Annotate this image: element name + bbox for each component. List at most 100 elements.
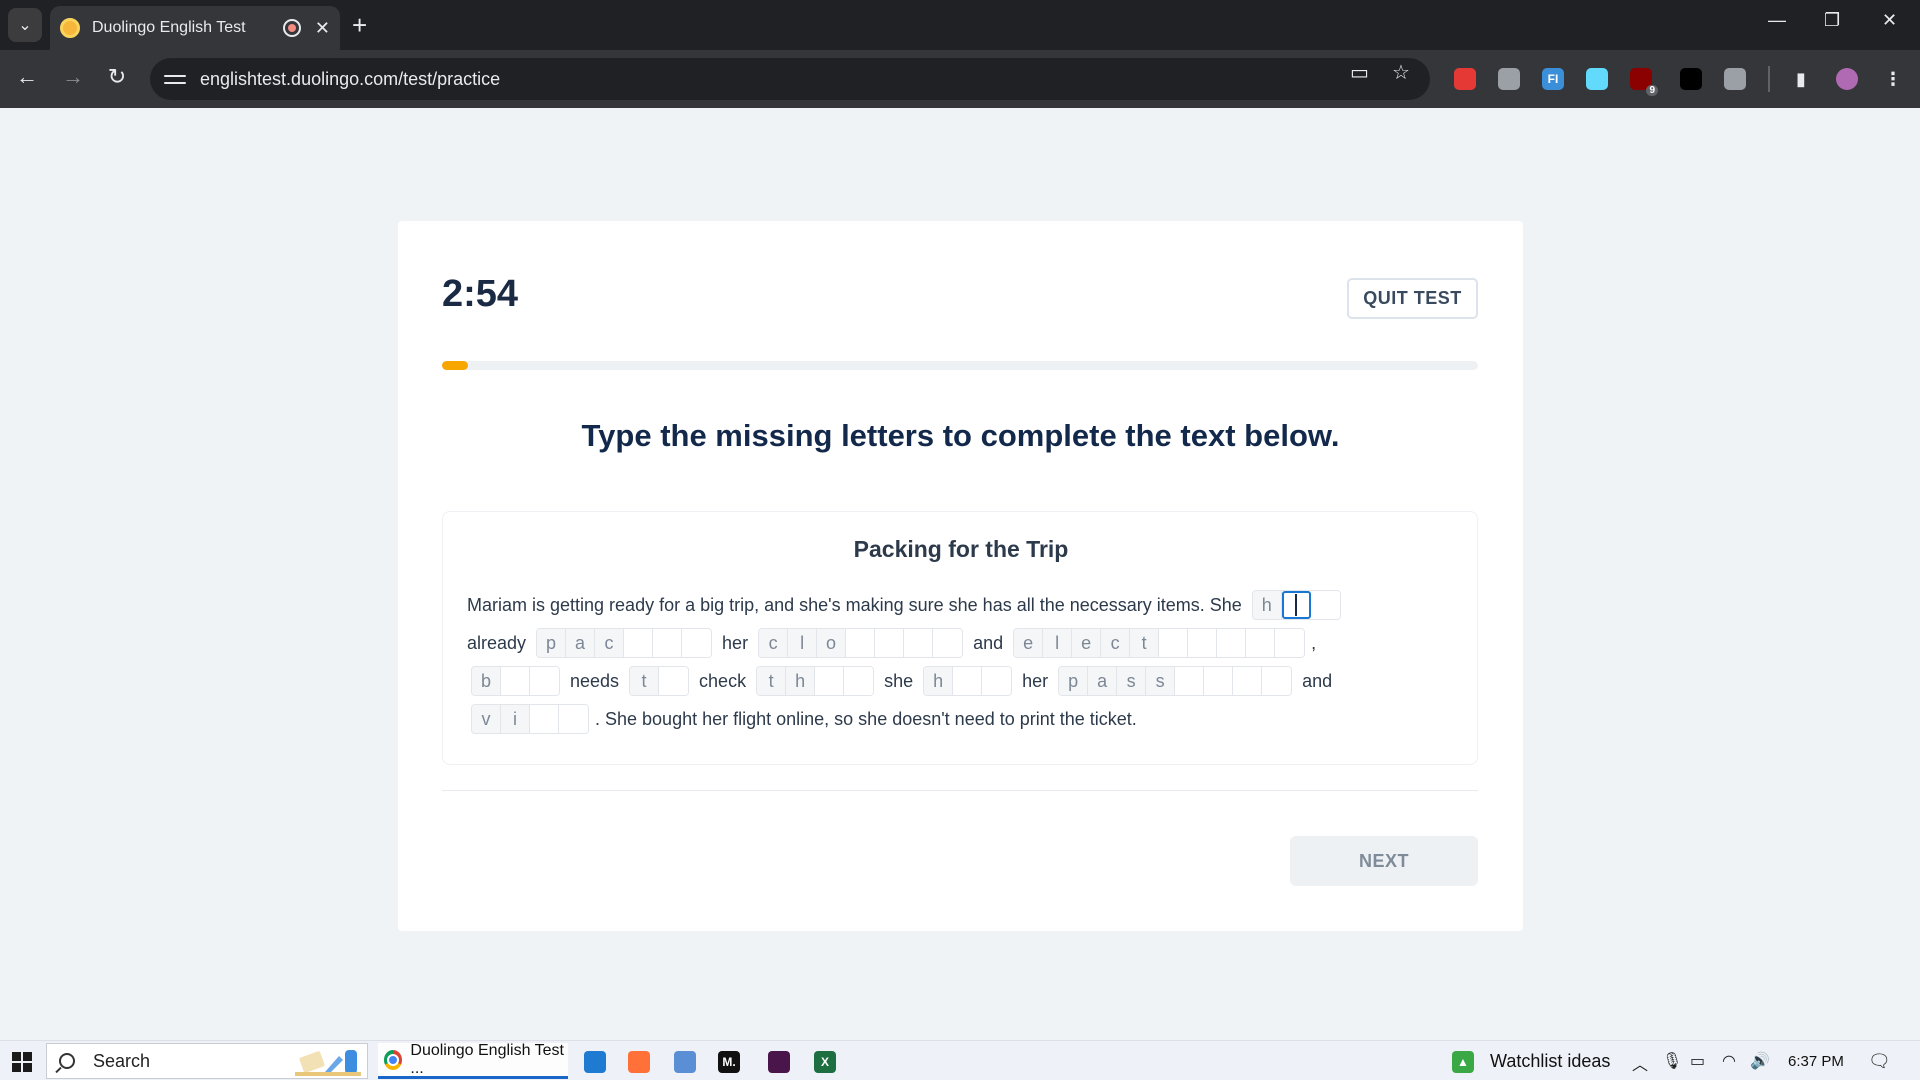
chevron-up-icon[interactable]: ︿ bbox=[1632, 1051, 1648, 1075]
missing-letter-input[interactable] bbox=[1310, 591, 1340, 619]
target-extension-icon[interactable] bbox=[1498, 68, 1520, 90]
excel-icon[interactable]: X bbox=[814, 1051, 836, 1073]
window-close-button[interactable]: ✕ bbox=[1882, 10, 1897, 31]
search-highlight-illustration-icon bbox=[295, 1050, 361, 1076]
chrome-icon bbox=[384, 1049, 403, 1070]
kebab-menu-icon[interactable]: ⋮ bbox=[1882, 68, 1904, 90]
passage-text: already bbox=[467, 632, 527, 653]
passage-line: Mariam is getting ready for a big trip, … bbox=[467, 590, 1341, 620]
profile-avatar[interactable] bbox=[1836, 68, 1858, 90]
missing-letter-input[interactable] bbox=[530, 705, 559, 733]
microphone-icon[interactable]: 🎙 bbox=[1662, 1051, 1682, 1071]
missing-letter-input[interactable] bbox=[1275, 629, 1305, 657]
paint-icon[interactable] bbox=[674, 1051, 696, 1073]
firefox-icon[interactable] bbox=[628, 1051, 650, 1073]
passage-text: . She bought her flight online, so she d… bbox=[595, 708, 1137, 729]
missing-letter-input[interactable] bbox=[982, 667, 1012, 695]
given-letter: c bbox=[759, 629, 789, 657]
missing-letter-input[interactable] bbox=[1281, 591, 1311, 619]
address-bar[interactable]: englishtest.duolingo.com/test/practice bbox=[150, 58, 1430, 100]
missing-letter-input[interactable] bbox=[624, 629, 654, 657]
url-text[interactable]: englishtest.duolingo.com/test/practice bbox=[200, 69, 500, 90]
passage-text: and bbox=[1302, 670, 1333, 691]
taskbar-window-label: Duolingo English Test ... bbox=[410, 1041, 564, 1077]
missing-letter-input[interactable] bbox=[1188, 629, 1218, 657]
given-letter: t bbox=[757, 667, 787, 695]
given-letter: e bbox=[1014, 629, 1044, 657]
chevron-down-icon: ⌄ bbox=[18, 17, 32, 34]
restore-button[interactable]: ❐ bbox=[1824, 10, 1840, 31]
missing-letter-input[interactable] bbox=[875, 629, 905, 657]
bookmark-star-icon[interactable]: ☆ bbox=[1392, 60, 1410, 85]
camera-icon[interactable]: ▭ bbox=[1350, 60, 1369, 85]
missing-letter-input[interactable] bbox=[846, 629, 876, 657]
missing-letter-input[interactable] bbox=[1159, 629, 1189, 657]
puzzle-extensions-icon[interactable] bbox=[1724, 68, 1746, 90]
given-letter: e bbox=[1072, 629, 1102, 657]
hand-extension-icon[interactable] bbox=[1454, 68, 1476, 90]
react-extension-icon[interactable] bbox=[1586, 68, 1608, 90]
given-letter: o bbox=[817, 629, 847, 657]
site-settings-icon[interactable] bbox=[164, 68, 186, 90]
clock[interactable]: 6:37 PM bbox=[1788, 1053, 1844, 1070]
passage-line: b needs t check t h she h her p a s s and bbox=[467, 666, 1342, 696]
given-letter: a bbox=[566, 629, 596, 657]
divider bbox=[442, 790, 1478, 791]
volume-icon[interactable]: 🔊 bbox=[1750, 1051, 1770, 1071]
taskbar-chrome-window[interactable]: Duolingo English Test ... bbox=[378, 1041, 568, 1079]
search-icon bbox=[59, 1053, 75, 1069]
tab-search-button[interactable]: ⌄ bbox=[8, 8, 42, 42]
next-button[interactable]: NEXT bbox=[1290, 836, 1478, 886]
stock-widget-icon[interactable]: ▲ bbox=[1452, 1051, 1474, 1073]
missing-letter-input[interactable] bbox=[933, 629, 963, 657]
missing-letter-input[interactable] bbox=[1246, 629, 1276, 657]
missing-letter-input[interactable] bbox=[1204, 667, 1234, 695]
missing-letter-input[interactable] bbox=[559, 705, 588, 733]
missing-letter-input[interactable] bbox=[501, 667, 530, 695]
missing-letter-input[interactable] bbox=[1175, 667, 1205, 695]
vscode-icon[interactable] bbox=[584, 1051, 606, 1073]
reload-icon[interactable]: ↻ bbox=[102, 64, 132, 90]
missing-letter-input[interactable] bbox=[682, 629, 712, 657]
wifi-icon[interactable]: ◠ bbox=[1722, 1051, 1736, 1071]
missing-letter-input[interactable] bbox=[1217, 629, 1247, 657]
given-letter: b bbox=[472, 667, 501, 695]
given-letter: s bbox=[1146, 667, 1176, 695]
side-panel-icon[interactable]: ▮ bbox=[1790, 68, 1812, 90]
tab-close-icon[interactable]: ✕ bbox=[315, 18, 330, 39]
windows-start-icon[interactable] bbox=[12, 1052, 32, 1072]
recording-indicator-icon bbox=[282, 19, 301, 37]
missing-letter-input[interactable] bbox=[530, 667, 559, 695]
fi-extension-icon[interactable]: FI bbox=[1542, 68, 1564, 90]
missing-letter-input[interactable] bbox=[815, 667, 845, 695]
forward-arrow-icon[interactable]: → bbox=[58, 64, 88, 90]
given-letter: s bbox=[1117, 667, 1147, 695]
taskbar-search-label: Search bbox=[93, 1050, 151, 1071]
missing-letter-input[interactable] bbox=[953, 667, 983, 695]
browser-tab[interactable]: Duolingo English Test ✕ bbox=[50, 6, 340, 50]
minimize-button[interactable]: — bbox=[1768, 10, 1786, 31]
missing-letter-input[interactable] bbox=[1233, 667, 1263, 695]
given-letter: l bbox=[788, 629, 818, 657]
passage-box: Packing for the Trip Mariam is getting r… bbox=[442, 511, 1478, 765]
missing-letter-input[interactable] bbox=[653, 629, 683, 657]
progress-bar bbox=[442, 361, 1478, 370]
ublock-extension-icon[interactable]: 9 bbox=[1630, 68, 1658, 96]
missing-letter-input[interactable] bbox=[1262, 667, 1292, 695]
taskbar-search-box[interactable]: Search bbox=[46, 1043, 368, 1079]
widget-label[interactable]: Watchlist ideas bbox=[1490, 1051, 1610, 1072]
quit-test-button[interactable]: QUIT TEST bbox=[1347, 278, 1478, 319]
word-completion: th bbox=[756, 666, 875, 696]
battery-icon[interactable]: ▭ bbox=[1690, 1051, 1705, 1071]
medium-icon[interactable]: M. bbox=[718, 1051, 740, 1073]
missing-letter-input[interactable] bbox=[844, 667, 874, 695]
missing-letter-input[interactable] bbox=[659, 667, 689, 695]
back-arrow-icon[interactable]: ← bbox=[12, 64, 42, 90]
notification-icon[interactable]: 🗨 bbox=[1868, 1051, 1891, 1072]
missing-letter-input[interactable] bbox=[904, 629, 934, 657]
slack-icon[interactable] bbox=[768, 1051, 790, 1073]
new-tab-button[interactable]: + bbox=[352, 10, 367, 40]
dark-triangle-extension-icon[interactable] bbox=[1680, 68, 1702, 90]
countdown-timer: 2:54 bbox=[442, 273, 519, 315]
tab-title: Duolingo English Test bbox=[92, 19, 246, 36]
